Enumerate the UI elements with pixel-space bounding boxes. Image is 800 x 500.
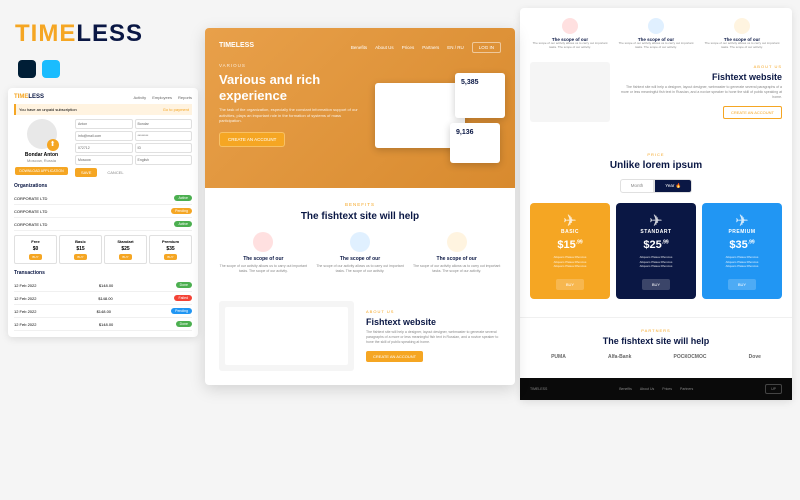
plan-card: Free$0BUY (14, 235, 57, 264)
benefit-card: The scope of ourThe scope of our activit… (530, 18, 610, 50)
payment-link[interactable]: Go to payment (163, 107, 189, 112)
id-field[interactable]: 072712 (75, 143, 133, 153)
tx-row[interactable]: 12 Feb 2022$148.00Done (14, 318, 192, 331)
benefit-card: The scope of ourThe scope of our activit… (316, 232, 405, 273)
subscription-alert: You have an unpaid subscriptionGo to pay… (14, 104, 192, 115)
landing-panel: TIMELESS BenefitsAbout UsPricesPartners … (205, 28, 515, 385)
month-toggle[interactable]: Month (620, 179, 655, 193)
org-row[interactable]: CORPORATE LTDActive (14, 218, 192, 231)
price-card-standart: ✈STANDART$25.99Aliquam Platea RhoncusAli… (616, 203, 696, 299)
panel-logo: TIMELESS (14, 94, 44, 100)
right-panel: The scope of ourThe scope of our activit… (520, 8, 792, 400)
figma-icon (42, 60, 60, 78)
tx-heading: Transactions (14, 270, 192, 276)
buy-button[interactable]: BUY (642, 279, 670, 290)
footer-logo: TIMELESS (530, 387, 547, 391)
cancel-button[interactable]: CANCEL (101, 168, 129, 177)
year-toggle[interactable]: Year 🔥 (654, 179, 692, 193)
create-account-button[interactable]: CREATE AN ACCOUNT (723, 106, 782, 119)
buy-button[interactable]: BUY (728, 279, 756, 290)
benefit-card: The scope of ourThe scope of our activit… (219, 232, 308, 273)
hero-section: TIMELESS BenefitsAbout UsPricesPartners … (205, 28, 515, 188)
price-card-basic: ✈BASIC$15.99Aliquam Platea RhoncusAliqua… (530, 203, 610, 299)
language-field[interactable]: English (135, 155, 193, 165)
create-account-button[interactable]: CREATE AN ACCOUNT (366, 351, 423, 362)
profile-card: Bondar Anton Moscow, Russia DOWNLOAD APP… (14, 119, 69, 177)
bars-icon (648, 18, 664, 34)
bars-icon (350, 232, 370, 252)
main-logo: TIMELESS (15, 20, 143, 48)
login-button[interactable]: LOG IN (472, 42, 501, 53)
city-field[interactable]: Moscow (75, 155, 133, 165)
password-field[interactable]: ******** (135, 131, 193, 141)
email-field[interactable]: info@mail.com (75, 131, 133, 141)
chart-icon (562, 18, 578, 34)
pricing-section: PRICE Unlike lorem ipsum MonthYear 🔥 ✈BA… (520, 142, 792, 309)
settings-panel: TIMELESS ActivityEmployeesReports You ha… (8, 88, 198, 337)
last-name-field[interactable]: Bondar (135, 119, 193, 129)
create-account-button[interactable]: CREATE AN ACCOUNT (219, 132, 285, 147)
benefit-card: The scope of ourThe scope of our activit… (412, 232, 501, 273)
plane-icon: ✈ (732, 211, 752, 225)
tx-row[interactable]: 12 Feb 2022$148.00Done (14, 279, 192, 292)
about-image (219, 301, 354, 371)
dashboard-mockup: 5,385 9,136 (365, 73, 505, 168)
tx-row[interactable]: 12 Feb 2022$148.00Pending (14, 305, 192, 318)
buy-button[interactable]: BUY (556, 279, 584, 290)
tx-row[interactable]: 12 Feb 2022$148.00Failed (14, 292, 192, 305)
target-icon (447, 232, 467, 252)
price-card-premium: ✈PREMIUM$35.99Aliquam Platea RhoncusAliq… (702, 203, 782, 299)
about-section: ABOUT US Fishtext website The fishtext s… (205, 287, 515, 385)
type-field[interactable]: ID (135, 143, 193, 153)
avatar[interactable] (27, 119, 57, 149)
org-row[interactable]: CORPORATE LTDActive (14, 192, 192, 205)
download-button[interactable]: DOWNLOAD APPLICATION (15, 167, 67, 175)
footer: TIMELESS BenefitsAbout UsPricesPartners … (520, 378, 792, 400)
first-name-field[interactable]: Anton (75, 119, 133, 129)
save-button[interactable]: SAVE (75, 168, 97, 177)
chart-icon (253, 232, 273, 252)
billing-toggle: MonthYear 🔥 (530, 179, 782, 193)
orgs-heading: Organizations (14, 183, 192, 189)
plan-card: Basic$15BUY (59, 235, 102, 264)
hero-nav: BenefitsAbout UsPricesPartners EN / RU L… (351, 42, 501, 53)
about-image (530, 62, 610, 122)
scroll-up-button[interactable]: UP (765, 384, 782, 394)
plan-card: Standart$25BUY (104, 235, 147, 264)
target-icon (734, 18, 750, 34)
tool-icons (18, 60, 60, 78)
profile-fields: Anton Bondar info@mail.com ******** 0727… (75, 119, 192, 165)
benefits-section: BENEFITS The fishtext site will help The… (205, 188, 515, 287)
plane-icon: ✈ (646, 211, 666, 225)
plane-icon: ✈ (560, 211, 580, 225)
panel-nav: ActivityEmployeesReports (134, 95, 192, 100)
hero-title: Various and rich experience (219, 72, 369, 103)
org-row[interactable]: CORPORATE LTDPending (14, 205, 192, 218)
plan-card: Premium$35BUY (149, 235, 192, 264)
benefit-card: The scope of ourThe scope of our activit… (616, 18, 696, 50)
photoshop-icon (18, 60, 36, 78)
partners-section: PARTNERS The fishtext site will help PUM… (520, 317, 792, 370)
benefit-card: The scope of ourThe scope of our activit… (702, 18, 782, 50)
